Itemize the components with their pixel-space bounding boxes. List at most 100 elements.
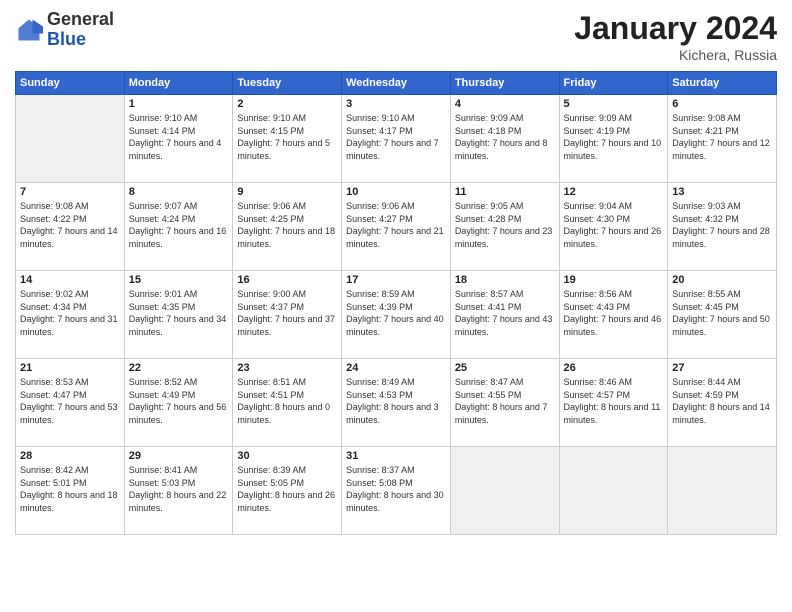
- day-info: Sunrise: 8:51 AMSunset: 4:51 PMDaylight:…: [237, 376, 337, 426]
- day-info: Sunrise: 9:03 AMSunset: 4:32 PMDaylight:…: [672, 200, 772, 250]
- table-row: 20 Sunrise: 8:55 AMSunset: 4:45 PMDayligh…: [668, 271, 777, 359]
- day-number: 21: [20, 362, 120, 374]
- table-row: 6 Sunrise: 9:08 AMSunset: 4:21 PMDaylight…: [668, 95, 777, 183]
- day-number: 7: [20, 186, 120, 198]
- table-row: 31Sunrise: 8:37 AMSunset: 5:08 PMDayligh…: [342, 447, 451, 535]
- day-number: 11: [455, 186, 555, 198]
- day-info: Sunrise: 8:37 AMSunset: 5:08 PMDaylight:…: [346, 464, 446, 514]
- table-row: 19 Sunrise: 8:56 AMSunset: 4:43 PMDayligh…: [559, 271, 668, 359]
- day-number: 14: [20, 274, 120, 286]
- table-row: 22 Sunrise: 8:52 AMSunset: 4:49 PMDayligh…: [124, 359, 233, 447]
- day-number: 20: [672, 274, 772, 286]
- day-info: Sunrise: 9:02 AMSunset: 4:34 PMDaylight:…: [20, 288, 120, 338]
- day-number: 22: [129, 362, 229, 374]
- day-info: Sunrise: 9:00 AMSunset: 4:37 PMDaylight:…: [237, 288, 337, 338]
- day-info: Sunrise: 8:52 AMSunset: 4:49 PMDaylight:…: [129, 376, 229, 426]
- day-info: Sunrise: 9:07 AMSunset: 4:24 PMDaylight:…: [129, 200, 229, 250]
- table-row: [16, 95, 125, 183]
- table-row: 2Sunrise: 9:10 AMSunset: 4:15 PMDaylight…: [233, 95, 342, 183]
- table-row: 12 Sunrise: 9:04 AMSunset: 4:30 PMDayligh…: [559, 183, 668, 271]
- day-number: 9: [237, 186, 337, 198]
- logo-text: General Blue: [47, 10, 114, 50]
- table-row: 10Sunrise: 9:06 AMSunset: 4:27 PMDayligh…: [342, 183, 451, 271]
- table-row: 14 Sunrise: 9:02 AMSunset: 4:34 PMDayligh…: [16, 271, 125, 359]
- table-row: 25 Sunrise: 8:47 AMSunset: 4:55 PMDayligh…: [450, 359, 559, 447]
- calendar-week-row: 1Sunrise: 9:10 AMSunset: 4:14 PMDaylight…: [16, 95, 777, 183]
- day-number: 25: [455, 362, 555, 374]
- calendar-week-row: 28 Sunrise: 8:42 AMSunset: 5:01 PMDayligh…: [16, 447, 777, 535]
- calendar-week-row: 7 Sunrise: 9:08 AMSunset: 4:22 PMDaylight…: [16, 183, 777, 271]
- title-month: January 2024: [574, 10, 777, 47]
- col-wednesday: Wednesday: [342, 72, 451, 95]
- day-info: Sunrise: 8:42 AMSunset: 5:01 PMDaylight:…: [20, 464, 120, 514]
- day-number: 6: [672, 98, 772, 110]
- day-info: Sunrise: 8:53 AMSunset: 4:47 PMDaylight:…: [20, 376, 120, 426]
- table-row: [559, 447, 668, 535]
- table-row: 9 Sunrise: 9:06 AMSunset: 4:25 PMDaylight…: [233, 183, 342, 271]
- header: General Blue January 2024 Kichera, Russi…: [15, 10, 777, 63]
- day-number: 2: [237, 98, 337, 110]
- table-row: 27Sunrise: 8:44 AMSunset: 4:59 PMDayligh…: [668, 359, 777, 447]
- day-number: 18: [455, 274, 555, 286]
- header-row: Sunday Monday Tuesday Wednesday Thursday…: [16, 72, 777, 95]
- table-row: 28 Sunrise: 8:42 AMSunset: 5:01 PMDayligh…: [16, 447, 125, 535]
- logo-blue: Blue: [47, 29, 86, 49]
- day-info: Sunrise: 9:09 AMSunset: 4:19 PMDaylight:…: [564, 112, 664, 162]
- table-row: 30Sunrise: 8:39 AMSunset: 5:05 PMDayligh…: [233, 447, 342, 535]
- day-number: 15: [129, 274, 229, 286]
- day-number: 3: [346, 98, 446, 110]
- table-row: 11 Sunrise: 9:05 AMSunset: 4:28 PMDayligh…: [450, 183, 559, 271]
- table-row: [450, 447, 559, 535]
- table-row: 26Sunrise: 8:46 AMSunset: 4:57 PMDayligh…: [559, 359, 668, 447]
- day-info: Sunrise: 8:59 AMSunset: 4:39 PMDaylight:…: [346, 288, 446, 338]
- day-number: 13: [672, 186, 772, 198]
- logo-icon: [15, 16, 43, 44]
- col-saturday: Saturday: [668, 72, 777, 95]
- day-info: Sunrise: 9:09 AMSunset: 4:18 PMDaylight:…: [455, 112, 555, 162]
- table-row: 3 Sunrise: 9:10 AMSunset: 4:17 PMDaylight…: [342, 95, 451, 183]
- table-row: 15 Sunrise: 9:01 AMSunset: 4:35 PMDayligh…: [124, 271, 233, 359]
- table-row: 13 Sunrise: 9:03 AMSunset: 4:32 PMDayligh…: [668, 183, 777, 271]
- day-number: 17: [346, 274, 446, 286]
- day-number: 4: [455, 98, 555, 110]
- day-info: Sunrise: 9:06 AMSunset: 4:27 PMDaylight:…: [346, 200, 446, 250]
- day-info: Sunrise: 9:01 AMSunset: 4:35 PMDaylight:…: [129, 288, 229, 338]
- logo-general: General: [47, 9, 114, 29]
- day-info: Sunrise: 8:41 AMSunset: 5:03 PMDaylight:…: [129, 464, 229, 514]
- table-row: 5 Sunrise: 9:09 AMSunset: 4:19 PMDaylight…: [559, 95, 668, 183]
- table-row: 4 Sunrise: 9:09 AMSunset: 4:18 PMDaylight…: [450, 95, 559, 183]
- day-number: 23: [237, 362, 337, 374]
- day-number: 1: [129, 98, 229, 110]
- day-info: Sunrise: 8:46 AMSunset: 4:57 PMDaylight:…: [564, 376, 664, 426]
- table-row: 24Sunrise: 8:49 AMSunset: 4:53 PMDayligh…: [342, 359, 451, 447]
- day-info: Sunrise: 8:49 AMSunset: 4:53 PMDaylight:…: [346, 376, 446, 426]
- day-number: 29: [129, 450, 229, 462]
- table-row: 1Sunrise: 9:10 AMSunset: 4:14 PMDaylight…: [124, 95, 233, 183]
- day-number: 5: [564, 98, 664, 110]
- day-info: Sunrise: 9:08 AMSunset: 4:22 PMDaylight:…: [20, 200, 120, 250]
- day-info: Sunrise: 8:56 AMSunset: 4:43 PMDaylight:…: [564, 288, 664, 338]
- table-row: 8 Sunrise: 9:07 AMSunset: 4:24 PMDaylight…: [124, 183, 233, 271]
- day-info: Sunrise: 9:04 AMSunset: 4:30 PMDaylight:…: [564, 200, 664, 250]
- day-info: Sunrise: 8:44 AMSunset: 4:59 PMDaylight:…: [672, 376, 772, 426]
- day-info: Sunrise: 9:06 AMSunset: 4:25 PMDaylight:…: [237, 200, 337, 250]
- page-container: General Blue January 2024 Kichera, Russi…: [0, 0, 792, 612]
- day-info: Sunrise: 9:05 AMSunset: 4:28 PMDaylight:…: [455, 200, 555, 250]
- table-row: 29 Sunrise: 8:41 AMSunset: 5:03 PMDayligh…: [124, 447, 233, 535]
- table-row: 16 Sunrise: 9:00 AMSunset: 4:37 PMDayligh…: [233, 271, 342, 359]
- day-info: Sunrise: 9:10 AMSunset: 4:17 PMDaylight:…: [346, 112, 446, 162]
- day-number: 8: [129, 186, 229, 198]
- table-row: [668, 447, 777, 535]
- title-section: January 2024 Kichera, Russia: [574, 10, 777, 63]
- day-info: Sunrise: 8:55 AMSunset: 4:45 PMDaylight:…: [672, 288, 772, 338]
- day-number: 19: [564, 274, 664, 286]
- day-number: 28: [20, 450, 120, 462]
- day-info: Sunrise: 9:08 AMSunset: 4:21 PMDaylight:…: [672, 112, 772, 162]
- col-friday: Friday: [559, 72, 668, 95]
- calendar-table: Sunday Monday Tuesday Wednesday Thursday…: [15, 71, 777, 535]
- day-number: 30: [237, 450, 337, 462]
- day-number: 12: [564, 186, 664, 198]
- table-row: 7 Sunrise: 9:08 AMSunset: 4:22 PMDaylight…: [16, 183, 125, 271]
- day-number: 16: [237, 274, 337, 286]
- day-info: Sunrise: 8:47 AMSunset: 4:55 PMDaylight:…: [455, 376, 555, 426]
